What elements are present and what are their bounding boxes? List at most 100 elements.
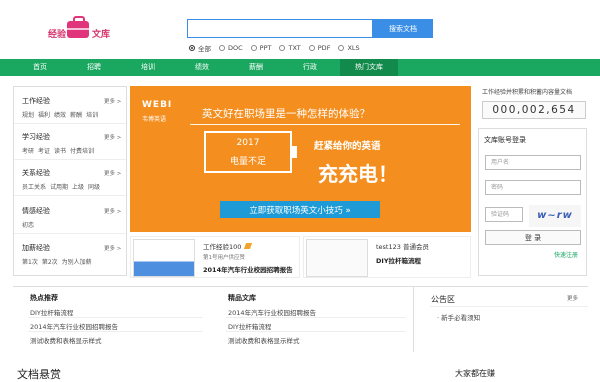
divider [14, 123, 126, 124]
doc-thumbnail [306, 239, 368, 277]
doc-card[interactable]: test123 普通会员 DIY拉杆箱流程 [303, 236, 471, 278]
category-links: 员工关系 试用期 上级 同级 [22, 182, 104, 191]
earning-section-title: 大家都在赚 [455, 369, 495, 378]
hot-list-item[interactable]: 2014年汽车行业校园招聘报告 [30, 321, 118, 331]
category-title[interactable]: 学习经验 [22, 132, 98, 142]
category-link[interactable]: 考研 [22, 148, 34, 155]
category-link[interactable]: 薪酬 [70, 112, 82, 119]
nav-item-recruit[interactable]: 招聘 [72, 59, 116, 76]
login-panel: 文库账号登录 用户名 密码 验证码 w~rw 登 录 快速注册 [478, 128, 587, 276]
captcha-field[interactable]: 验证码 [485, 207, 523, 222]
search-input[interactable] [187, 19, 373, 38]
announcement-item-text: 新手必看须知 [441, 314, 481, 322]
hot-list-item[interactable]: 测试收费和表格显示样式 [30, 335, 102, 345]
featured-list-item[interactable]: 测试收费和表格显示样式 [228, 335, 300, 345]
doc-counter: 000,002,654 [482, 101, 586, 119]
divider [430, 306, 588, 307]
radio-icon [250, 45, 257, 51]
promo-banner[interactable]: WEBI 韦博英语 英文好在职场里是一种怎样的体验？ 2017 电量不足 赶紧给… [130, 86, 471, 232]
login-button[interactable]: 登 录 [485, 230, 581, 245]
logo-text-left: 经验 [48, 30, 67, 40]
category-link[interactable]: 第1次 [22, 259, 38, 266]
nav-item-hot-library[interactable]: 热门文库 [340, 59, 398, 76]
announcement-more-link[interactable]: 更多 [567, 294, 578, 302]
category-link[interactable]: 付费培训 [70, 148, 94, 155]
filter-ppt[interactable]: PPT [250, 43, 271, 53]
category-link[interactable]: 初恋 [22, 222, 34, 229]
divider [14, 195, 126, 196]
battery-icon: 2017 电量不足 [204, 131, 297, 173]
nav-item-salary[interactable]: 薪酬 [234, 59, 278, 76]
doc-card[interactable]: 工作经验100 第1号用户供应赞 2014年汽车行业校园招聘报告 [130, 236, 300, 278]
radio-icon [338, 45, 345, 51]
featured-list-item[interactable]: DIY拉杆箱流程 [228, 321, 271, 331]
category-link[interactable]: 为别人加薪 [62, 259, 92, 266]
doc-thumbnail [133, 239, 195, 277]
category-link[interactable]: 考证 [38, 148, 50, 155]
banner-divider [190, 124, 460, 125]
card-title[interactable]: 2014年汽车行业校园招聘报告 [203, 264, 293, 274]
username-field[interactable]: 用户名 [485, 155, 581, 170]
file-type-filters: 全部 DOC PPT TXT PDF XLS [189, 43, 360, 53]
banner-cta-button[interactable]: 立即获取职场英文小技巧 » [220, 201, 380, 218]
filter-label: PDF [317, 44, 331, 52]
category-link[interactable]: 绩效 [54, 112, 66, 119]
captcha-image[interactable]: w~rw [529, 205, 581, 227]
featured-list-title: 精品文库 [228, 294, 256, 302]
search-button[interactable]: 搜索文档 [373, 19, 433, 38]
quick-register-link[interactable]: 快速注册 [554, 250, 578, 259]
radio-icon [308, 45, 315, 51]
filter-label: TXT [288, 44, 301, 52]
announcement-item[interactable]: · 新手必看须知 [437, 312, 480, 322]
category-link[interactable]: 上级 [72, 184, 84, 191]
category-study: 学习经验 考研 考证 读书 付费培训 [22, 132, 98, 155]
category-link[interactable]: 员工关系 [22, 184, 46, 191]
divider [226, 317, 406, 318]
banner-logo: WEBI [142, 100, 173, 110]
category-link[interactable]: 培训 [86, 112, 98, 119]
category-link[interactable]: 读书 [54, 148, 66, 155]
category-title[interactable]: 关系经验 [22, 168, 104, 178]
password-field[interactable]: 密码 [485, 180, 581, 195]
category-sidebar: 工作经验 规划 福利 绩效 薪酬 培训 更多 > 学习经验 考研 考证 读书 付费培训 更多 … [13, 86, 127, 276]
category-link[interactable]: 第2次 [42, 259, 58, 266]
more-link[interactable]: 更多 > [104, 97, 121, 105]
category-title[interactable]: 加薪经验 [22, 243, 96, 253]
nav-item-performance[interactable]: 绩效 [180, 59, 224, 76]
category-link[interactable]: 试用期 [50, 184, 68, 191]
filter-label: DOC [228, 44, 243, 52]
battery-label: 电量不足 [229, 157, 266, 167]
category-title[interactable]: 工作经验 [22, 96, 102, 106]
hot-list-title: 热点推荐 [30, 294, 58, 302]
divider [28, 331, 203, 332]
stat-label: 工作经验并积累和积蓄内容量文档 [482, 89, 573, 96]
nav-item-home[interactable]: 首页 [18, 59, 62, 76]
card-user: test123 普通会员 [376, 243, 429, 251]
filter-txt[interactable]: TXT [279, 43, 301, 53]
featured-list-item[interactable]: 2014年汽车行业校园招聘报告 [228, 307, 316, 317]
radio-icon [279, 45, 286, 51]
more-link[interactable]: 更多 > [104, 207, 121, 215]
hot-list-item[interactable]: DIY拉杆箱流程 [30, 307, 73, 317]
nav-item-training[interactable]: 培训 [126, 59, 170, 76]
radio-icon [219, 45, 225, 51]
divider [14, 159, 126, 160]
filter-xls[interactable]: XLS [338, 43, 360, 53]
category-link[interactable]: 规划 [22, 112, 34, 119]
category-links: 第1次 第2次 为别人加薪 [22, 257, 96, 266]
divider [13, 286, 588, 287]
filter-pdf[interactable]: PDF [308, 43, 331, 53]
announcement-title: 公告区 [431, 295, 455, 304]
more-link[interactable]: 更多 > [104, 133, 121, 141]
nav-item-admin[interactable]: 行政 [288, 59, 332, 76]
more-link[interactable]: 更多 > [104, 244, 121, 252]
battery-year: 2017 [236, 138, 260, 148]
more-link[interactable]: 更多 > [104, 169, 121, 177]
filter-all[interactable]: 全部 [189, 43, 211, 53]
filter-doc[interactable]: DOC [219, 43, 243, 53]
category-links: 初恋 [22, 220, 50, 229]
category-title[interactable]: 情感经验 [22, 206, 50, 216]
category-link[interactable]: 同级 [88, 184, 100, 191]
card-title[interactable]: DIY拉杆箱流程 [376, 255, 421, 265]
category-link[interactable]: 福利 [38, 112, 50, 119]
